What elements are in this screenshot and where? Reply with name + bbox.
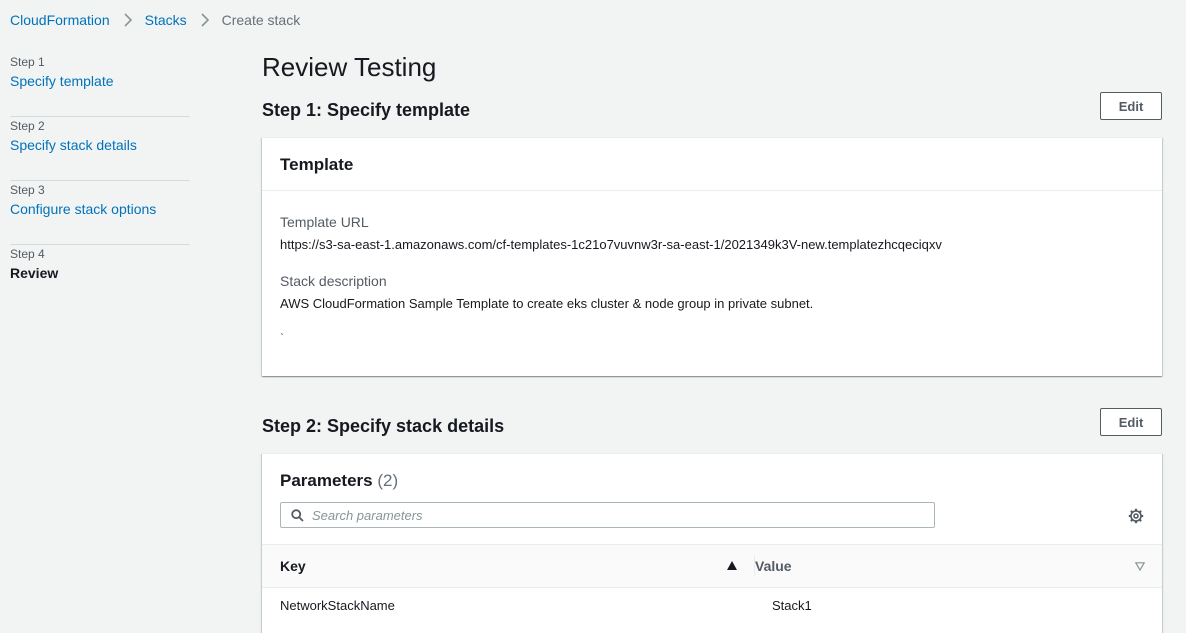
breadcrumb-cloudformation[interactable]: CloudFormation [10,12,110,28]
stack-description-value: AWS CloudFormation Sample Template to cr… [280,296,814,311]
template-url-group: Template URL https://s3-sa-east-1.amazon… [280,213,1144,253]
gear-icon[interactable] [1128,508,1144,524]
step-number: Step 4 [10,247,45,261]
step-link-specify-template[interactable]: Specify template [10,72,190,90]
step-link-configure-stack-options[interactable]: Configure stack options [10,200,190,218]
stack-description-group: Stack description AWS CloudFormation Sam… [280,272,1144,312]
parameters-panel: Parameters (2) Key Value [262,453,1162,633]
search-icon [291,508,304,522]
sort-ascending-icon[interactable] [727,561,737,570]
step2-edit-button[interactable]: Edit [1100,408,1162,436]
wizard-steps-nav: Step 1 Specify template Step 2 Specify s… [10,53,190,309]
sort-descending-icon[interactable] [1135,562,1145,571]
wizard-step-1: Step 1 Specify template [10,53,190,117]
search-parameters-box[interactable] [280,502,935,528]
page-title: Review Testing [262,52,437,82]
parameters-table-header: Key Value [262,544,1162,588]
step1-edit-button[interactable]: Edit [1100,92,1162,120]
column-header-value[interactable]: Value [755,545,1145,587]
template-url-value: https://s3-sa-east-1.amazonaws.com/cf-te… [280,237,942,252]
breadcrumb: CloudFormation Stacks Create stack [10,11,300,29]
step2-header: Step 2: Specify stack details Edit [262,408,1162,438]
step1-header: Step 1: Specify template Edit [262,92,1162,122]
table-row: NetworkStackName Stack1 [262,588,1162,622]
step-current-review: Review [10,265,59,281]
step-number: Step 3 [10,183,45,197]
parameter-value: Stack1 [772,598,812,613]
column-header-key[interactable]: Key [280,545,742,587]
template-panel-header: Template [262,138,1162,191]
step-number: Step 1 [10,55,45,69]
search-parameters-input[interactable] [312,507,912,523]
chevron-right-icon [124,13,133,27]
breadcrumb-stacks[interactable]: Stacks [145,12,187,28]
parameters-panel-title: Parameters (2) [280,470,398,491]
wizard-step-2: Step 2 Specify stack details [10,117,190,181]
step-link-specify-stack-details[interactable]: Specify stack details [10,136,190,154]
wizard-step-4: Step 4 Review [10,245,190,309]
chevron-right-icon [201,13,210,27]
step1-title: Step 1: Specify template [262,100,471,120]
parameters-title-text: Parameters [280,471,373,490]
template-panel: Template Template URL https://s3-sa-east… [262,137,1162,376]
step-number: Step 2 [10,119,45,133]
parameters-count: (2) [377,471,399,490]
template-url-label: Template URL [280,214,369,230]
template-panel-title: Template [280,155,354,174]
text-fragment: ˋ [280,331,284,345]
stack-description-label: Stack description [280,273,387,289]
step2-title: Step 2: Specify stack details [262,416,505,436]
template-panel-body: Template URL https://s3-sa-east-1.amazon… [262,191,1162,367]
parameter-key: NetworkStackName [280,598,395,613]
breadcrumb-create-stack: Create stack [221,12,301,28]
wizard-step-3: Step 3 Configure stack options [10,181,190,245]
